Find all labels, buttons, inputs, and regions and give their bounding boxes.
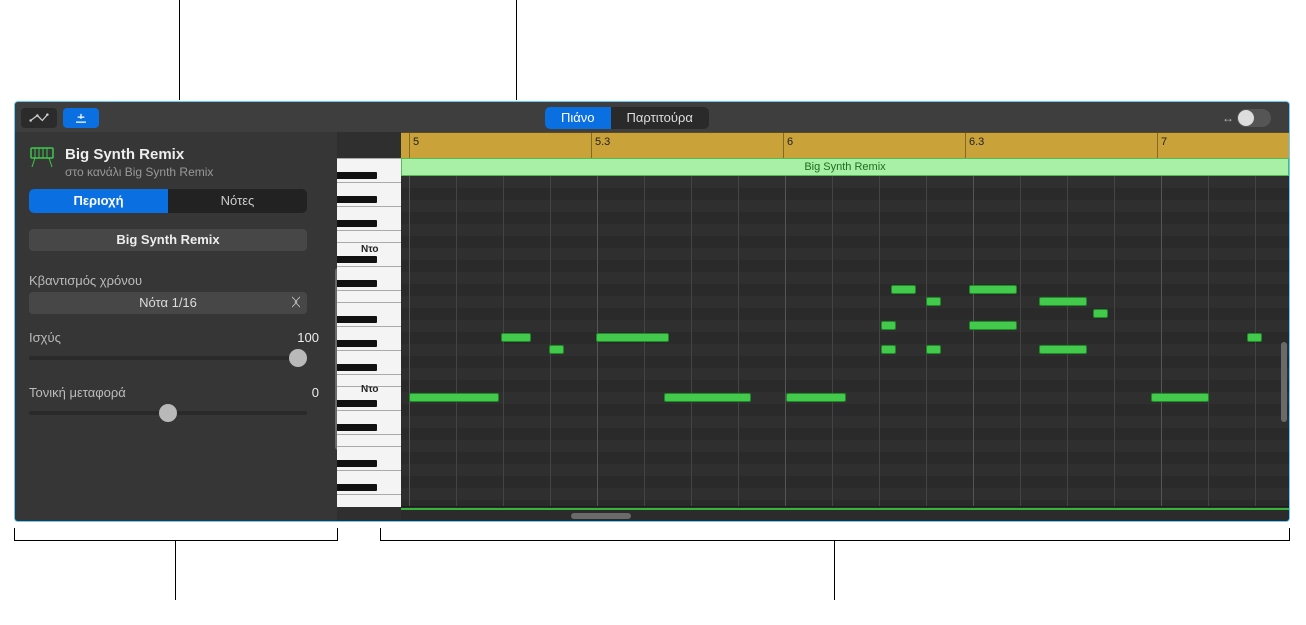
callout-bracket (380, 528, 1290, 541)
time-ruler[interactable]: 5 5.3 6 6.3 7 (401, 132, 1289, 159)
piano-keyboard[interactable]: Ντο Ντο (337, 158, 401, 507)
midi-note[interactable] (549, 345, 564, 354)
key-label: Ντο (361, 384, 379, 395)
ruler-tick: 6.3 (965, 133, 984, 159)
ruler-tick: 5 (409, 133, 419, 159)
black-key[interactable] (337, 460, 377, 467)
automation-icon (29, 111, 49, 125)
piano-roll: 5 5.3 6 6.3 7 Big Synth Remix Ντο Ντο (337, 132, 1289, 521)
note-grid[interactable] (401, 176, 1289, 507)
black-key[interactable] (337, 172, 377, 179)
black-key[interactable] (337, 484, 377, 491)
midi-note[interactable] (409, 393, 499, 402)
black-key[interactable] (337, 256, 377, 263)
key-label: Ντο (361, 244, 379, 255)
strength-label: Iσχύς (29, 330, 61, 345)
inspector-mode-segmented[interactable]: Περιοχή Νότες (29, 189, 307, 213)
callout-line (834, 540, 835, 600)
midi-note[interactable] (1093, 309, 1108, 318)
midi-note[interactable] (664, 393, 751, 402)
velocity-line (401, 508, 1289, 510)
black-key[interactable] (337, 280, 377, 287)
tab-notes[interactable]: Νότες (168, 189, 307, 213)
region-name-field[interactable]: Big Synth Remix (29, 229, 307, 251)
time-quantize-label: Κβαντισμός χρόνου (29, 273, 327, 288)
transpose-label: Τονική μεταφορά (29, 385, 126, 400)
black-key[interactable] (337, 316, 377, 323)
callout-line (516, 0, 517, 100)
strength-value: 100 (297, 330, 319, 345)
catch-icon (71, 111, 91, 125)
midi-note[interactable] (969, 285, 1017, 294)
black-key[interactable] (337, 400, 377, 407)
midi-note[interactable] (1247, 333, 1262, 342)
strength-slider[interactable] (29, 349, 307, 367)
horizontal-zoom[interactable]: ↔ (1222, 109, 1271, 127)
region-header-bar[interactable]: Big Synth Remix (401, 158, 1289, 176)
automation-tool-button[interactable] (21, 108, 57, 128)
region-inspector: Big Synth Remix στο κανάλι Big Synth Rem… (15, 132, 337, 521)
callout-line (179, 0, 180, 100)
track-header: Big Synth Remix στο κανάλι Big Synth Rem… (29, 146, 327, 179)
transpose-slider[interactable] (29, 404, 307, 422)
instrument-icon (29, 146, 55, 168)
catch-tool-button[interactable] (63, 108, 99, 128)
velocity-strip[interactable] (401, 506, 1289, 521)
editor-toolbar: Πιάνο Παρτιτούρα ↔ (15, 102, 1289, 133)
track-title: Big Synth Remix (65, 146, 213, 163)
callout-bracket (14, 528, 338, 541)
midi-note[interactable] (881, 321, 896, 330)
black-key[interactable] (337, 340, 377, 347)
midi-note[interactable] (501, 333, 531, 342)
midi-note[interactable] (926, 345, 941, 354)
midi-note[interactable] (881, 345, 896, 354)
ruler-tick: 7 (1157, 133, 1167, 159)
time-quantize-select[interactable]: Νότα 1/16 (29, 292, 307, 314)
transpose-value: 0 (312, 385, 319, 400)
midi-note[interactable] (786, 393, 846, 402)
black-key[interactable] (337, 364, 377, 371)
zoom-switch[interactable] (1237, 109, 1271, 127)
midi-note[interactable] (1039, 297, 1087, 306)
callout-line (175, 540, 176, 600)
black-key[interactable] (337, 196, 377, 203)
ruler-tick: 6 (783, 133, 793, 159)
midi-note[interactable] (1151, 393, 1209, 402)
tab-score[interactable]: Παρτιτούρα (611, 107, 709, 129)
zoom-arrows-icon: ↔ (1222, 111, 1231, 125)
view-mode-segmented[interactable]: Πιάνο Παρτιτούρα (545, 107, 709, 129)
tab-region[interactable]: Περιοχή (29, 189, 168, 213)
vertical-scrollbar[interactable] (1281, 342, 1287, 422)
tab-piano[interactable]: Πιάνο (545, 107, 611, 129)
ruler-tick: 5.3 (591, 133, 610, 159)
midi-note[interactable] (1039, 345, 1087, 354)
piano-roll-editor: Πιάνο Παρτιτούρα ↔ Big Synth Remix στο κ… (14, 101, 1290, 522)
black-key[interactable] (337, 220, 377, 227)
midi-note[interactable] (969, 321, 1017, 330)
midi-note[interactable] (596, 333, 669, 342)
midi-note[interactable] (926, 297, 941, 306)
track-subtitle: στο κανάλι Big Synth Remix (65, 165, 213, 179)
midi-note[interactable] (891, 285, 916, 294)
black-key[interactable] (337, 424, 377, 431)
horizontal-scrollbar[interactable] (571, 513, 631, 519)
